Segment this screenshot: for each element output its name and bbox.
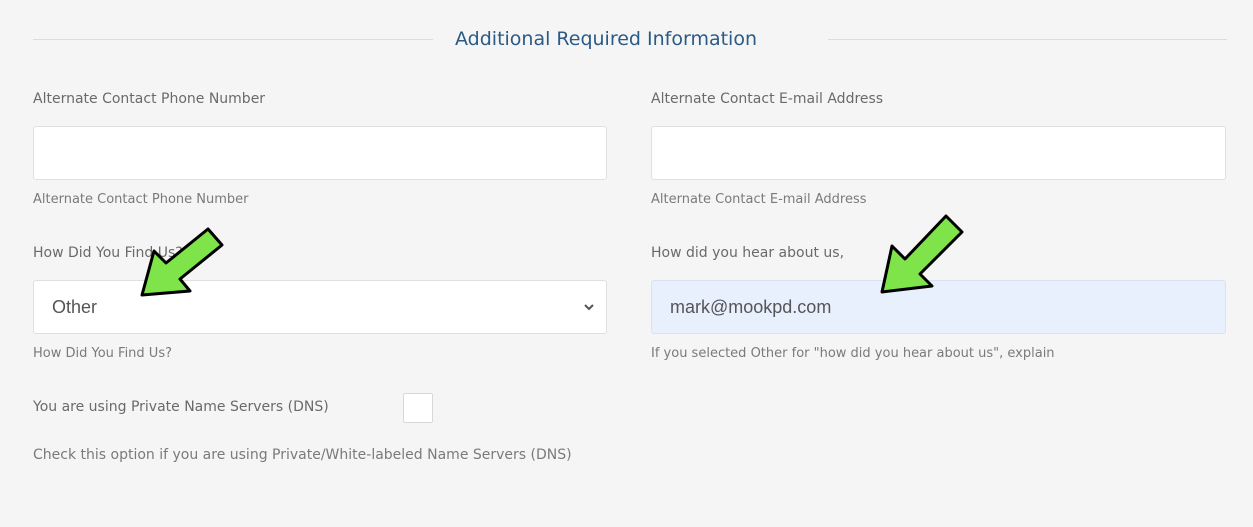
alt-phone-input[interactable] (33, 126, 607, 180)
private-dns-label: You are using Private Name Servers (DNS) (33, 399, 329, 415)
alt-phone-help: Alternate Contact Phone Number (33, 192, 249, 207)
hear-about-input[interactable]: mark@mookpd.com (651, 280, 1226, 334)
find-us-select[interactable]: Other (33, 280, 607, 334)
alt-email-input[interactable] (651, 126, 1226, 180)
alt-email-label: Alternate Contact E-mail Address (651, 91, 884, 107)
chevron-down-icon (584, 304, 594, 311)
alt-email-help: Alternate Contact E-mail Address (651, 192, 867, 207)
section-header: Additional Required Information (33, 22, 1227, 62)
find-us-help: How Did You Find Us? (33, 346, 172, 361)
alt-phone-label: Alternate Contact Phone Number (33, 91, 266, 107)
hear-about-help: If you selected Other for "how did you h… (651, 346, 1055, 361)
section-divider-right (828, 39, 1227, 40)
private-dns-help: Check this option if you are using Priva… (33, 447, 572, 463)
find-us-selected-value: Other (52, 297, 98, 317)
find-us-label: How Did You Find Us? (33, 245, 183, 261)
hear-about-label: How did you hear about us, (651, 245, 845, 261)
section-title: Additional Required Information (455, 28, 758, 50)
section-divider-left (33, 39, 433, 40)
private-dns-checkbox[interactable] (403, 393, 433, 423)
